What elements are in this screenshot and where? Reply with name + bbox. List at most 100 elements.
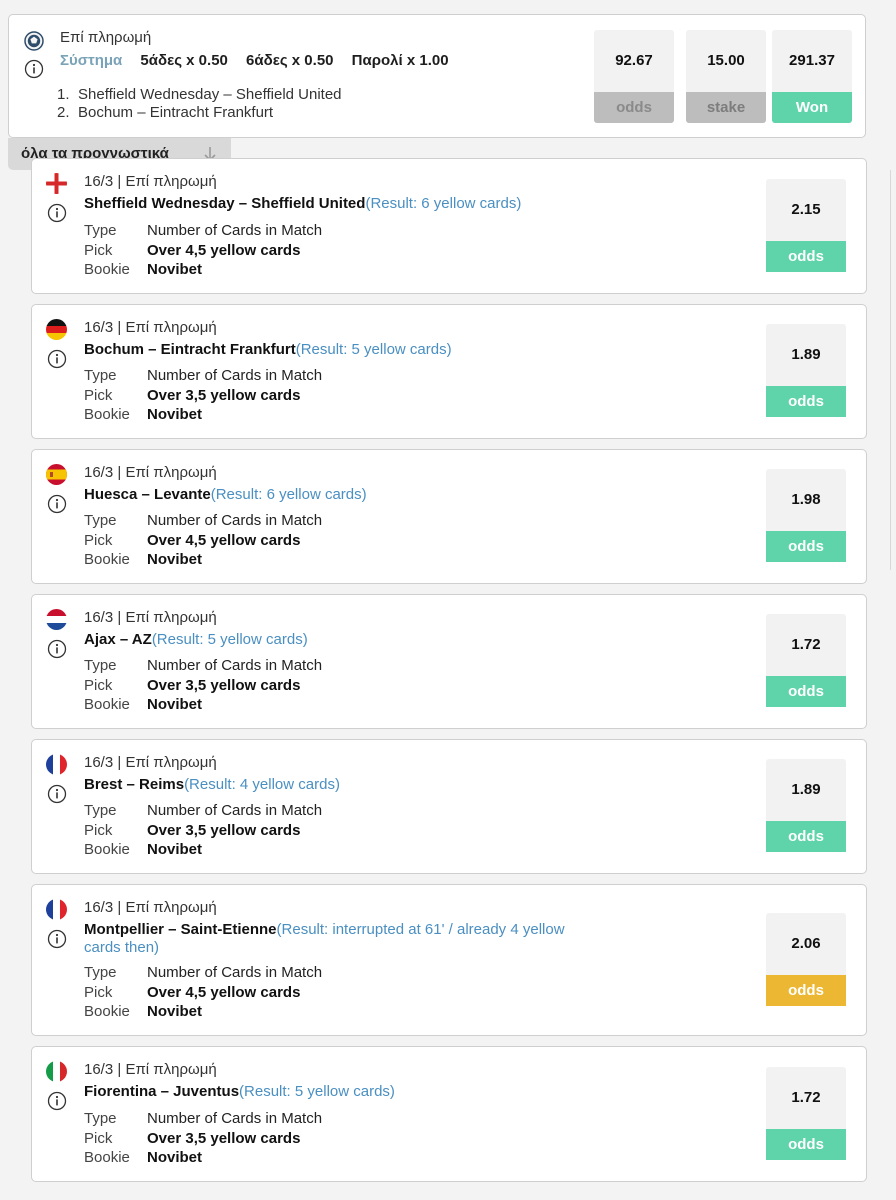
spain-flag-icon	[46, 464, 67, 485]
info-icon[interactable]	[47, 349, 67, 369]
bet-date: 16/3	[84, 899, 114, 916]
bet-card: 16/3 | Επί πληρωμή Fiorentina – Juventus…	[31, 1046, 867, 1182]
match-name: Bochum – Eintracht Frankfurt	[78, 104, 274, 121]
odds-value: 1.72	[791, 1089, 821, 1106]
list-item: 1. Sheffield Wednesday – Sheffield United	[57, 86, 342, 103]
info-icon[interactable]	[47, 639, 67, 659]
bet-payout: Επί πληρωμή	[125, 464, 217, 481]
england-flag-icon	[46, 173, 67, 194]
bet-date: 16/3	[84, 609, 114, 626]
france-flag-icon	[46, 899, 67, 920]
bookie-label: Bookie	[84, 1003, 130, 1020]
type-label: Type	[84, 222, 117, 239]
bet-details: Type Number of Cards in Match Pick Over 3,…	[84, 656, 322, 715]
bet-bookie: Novibet	[147, 1003, 203, 1020]
match-result: (Result: 6 yellow cards)	[365, 195, 522, 212]
info-icon[interactable]	[47, 784, 67, 804]
pick-label: Pick	[84, 386, 113, 404]
system-description: Σύστημα 5άδες x 0.50 6άδες x 0.50 Παρολί…	[60, 52, 463, 69]
pick-label: Pick	[84, 531, 113, 549]
system-part: 5άδες x 0.50	[140, 52, 228, 69]
match-result: (Result: 6 yellow cards)	[210, 486, 367, 503]
bet-meta: 16/3 | Επί πληρωμή	[84, 173, 217, 190]
bet-card: 16/3 | Επί πληρωμή Montpellier – Saint-E…	[31, 884, 867, 1036]
bet-details: Type Number of Cards in Match Pick Over 4,…	[84, 221, 322, 280]
bet-bookie: Novibet	[147, 1149, 203, 1166]
bet-date: 16/3	[84, 754, 114, 771]
info-icon[interactable]	[24, 59, 44, 79]
bet-bookie: Novibet	[147, 406, 203, 423]
bet-pick: Over 3,5 yellow cards	[147, 1129, 301, 1147]
stake-label: stake	[686, 92, 766, 123]
france-flag-icon	[46, 754, 67, 775]
info-icon[interactable]	[47, 203, 67, 223]
bet-details: Type Number of Cards in Match Pick Over 4,…	[84, 963, 322, 1022]
list-item: 2. Bochum – Eintracht Frankfurt	[57, 104, 274, 121]
bet-meta: 16/3 | Επί πληρωμή	[84, 899, 217, 916]
bet-type: Number of Cards in Match	[147, 802, 323, 819]
total-odds-box: 92.67 odds	[594, 30, 674, 123]
odds-box: 2.06 odds	[766, 913, 846, 1006]
match-list: 1. Sheffield Wednesday – Sheffield United…	[57, 86, 342, 122]
type-label: Type	[84, 964, 117, 981]
bet-card: 16/3 | Επί πληρωμή Ajax – AZ(Result: 5 y…	[31, 594, 867, 729]
bet-details: Type Number of Cards in Match Pick Over 3,…	[84, 366, 322, 425]
bet-meta: 16/3 | Επί πληρωμή	[84, 319, 217, 336]
bet-bookie: Novibet	[147, 261, 203, 278]
pick-label: Pick	[84, 676, 113, 694]
info-icon[interactable]	[47, 494, 67, 514]
bookie-label: Bookie	[84, 696, 130, 713]
odds-box: 2.15 odds	[766, 179, 846, 272]
odds-value: 2.06	[791, 935, 821, 952]
bet-payout: Επί πληρωμή	[125, 754, 217, 771]
match-teams: Montpellier – Saint-Etienne	[84, 921, 277, 938]
type-label: Type	[84, 1110, 117, 1127]
bet-type: Number of Cards in Match	[147, 222, 323, 239]
bet-match: Brest – Reims(Result: 4 yellow cards)	[84, 776, 584, 794]
bet-meta: 16/3 | Επί πληρωμή	[84, 464, 217, 481]
bet-type: Number of Cards in Match	[147, 657, 323, 674]
bet-pick: Over 3,5 yellow cards	[147, 676, 301, 694]
info-icon[interactable]	[47, 929, 67, 949]
soccer-ball-icon	[24, 31, 44, 51]
match-teams: Bochum – Eintracht Frankfurt	[84, 341, 296, 358]
match-teams: Huesca – Levante	[84, 486, 211, 503]
bookie-label: Bookie	[84, 551, 130, 568]
bet-card: 16/3 | Επί πληρωμή Sheffield Wednesday –…	[31, 158, 867, 294]
bet-payout: Επί πληρωμή	[125, 899, 217, 916]
bet-pick: Over 3,5 yellow cards	[147, 821, 301, 839]
bet-pick: Over 4,5 yellow cards	[147, 241, 301, 259]
odds-status-label: odds	[766, 1129, 846, 1160]
stake-value: 15.00	[707, 52, 745, 69]
odds-value: 1.72	[791, 636, 821, 653]
bet-type: Number of Cards in Match	[147, 1110, 323, 1127]
netherlands-flag-icon	[46, 609, 67, 630]
odds-status-label: odds	[766, 386, 846, 417]
bet-match: Fiorentina – Juventus(Result: 5 yellow c…	[84, 1083, 584, 1101]
germany-flag-icon	[46, 319, 67, 340]
bet-match: Montpellier – Saint-Etienne(Result: inte…	[84, 921, 584, 957]
system-label: Σύστημα	[60, 52, 123, 69]
pick-label: Pick	[84, 241, 113, 259]
odds-status-label: odds	[766, 531, 846, 562]
bet-match: Sheffield Wednesday – Sheffield United(R…	[84, 195, 584, 213]
bet-bookie: Novibet	[147, 551, 203, 568]
bet-pick: Over 3,5 yellow cards	[147, 386, 301, 404]
stake-box: 15.00 stake	[686, 30, 766, 123]
type-label: Type	[84, 367, 117, 384]
type-label: Type	[84, 657, 117, 674]
bet-details: Type Number of Cards in Match Pick Over 4,…	[84, 511, 322, 570]
odds-value: 1.89	[791, 346, 821, 363]
info-icon[interactable]	[47, 1091, 67, 1111]
bet-date: 16/3	[84, 319, 114, 336]
italy-flag-icon	[46, 1061, 67, 1082]
bookie-label: Bookie	[84, 841, 130, 858]
payout-mode: Επί πληρωμή	[60, 29, 152, 46]
pick-label: Pick	[84, 821, 113, 839]
match-result: (Result: 5 yellow cards)	[295, 341, 452, 358]
type-label: Type	[84, 512, 117, 529]
odds-box: 1.89 odds	[766, 324, 846, 417]
bet-date: 16/3	[84, 173, 114, 190]
match-result: (Result: 5 yellow cards)	[151, 631, 308, 648]
odds-box: 1.98 odds	[766, 469, 846, 562]
